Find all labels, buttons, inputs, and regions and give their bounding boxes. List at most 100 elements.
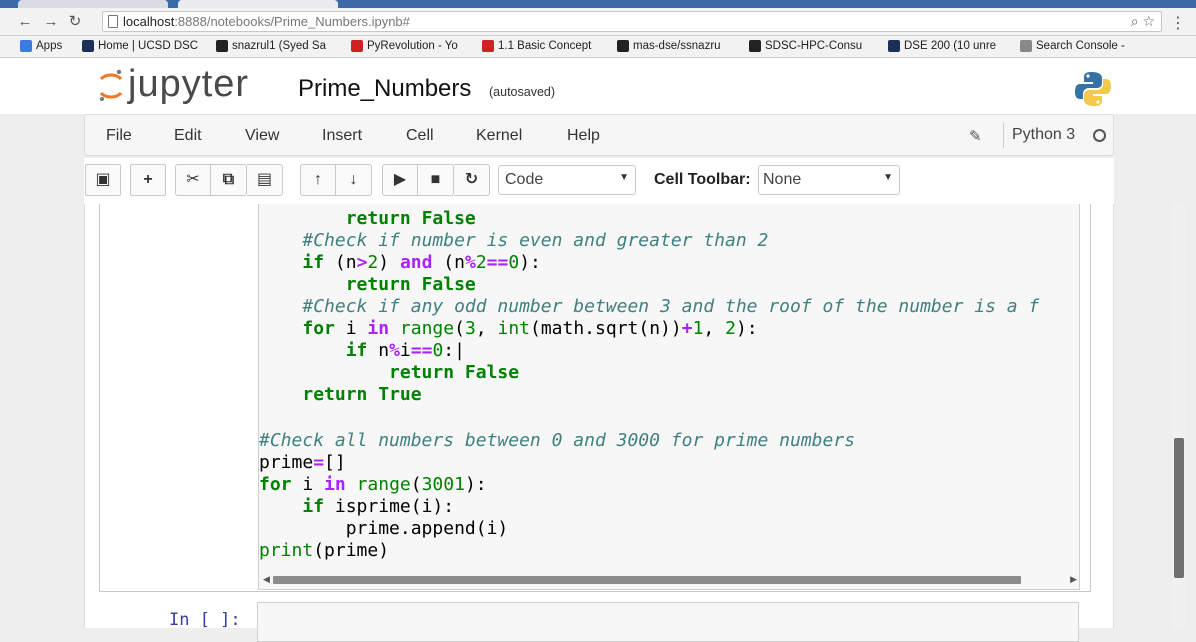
- bookmarks-bar: Apps Home | UCSD DSC snazrul1 (Syed Sa PyRe…: [0, 36, 1196, 58]
- run-icon[interactable]: ▶: [382, 164, 418, 196]
- code-line: #Check all numbers between 0 and 3000 fo…: [259, 430, 856, 451]
- scroll-right-icon[interactable]: ▶: [1070, 574, 1077, 585]
- cell-toolbar-select[interactable]: None ▼: [758, 165, 900, 195]
- restart-icon[interactable]: ↻: [454, 164, 490, 196]
- notebook-title[interactable]: Prime_Numbers: [298, 75, 471, 103]
- paste-icon[interactable]: ▤: [247, 164, 283, 196]
- menubar: File Edit View Insert Cell Kernel Help ✎…: [84, 114, 1114, 156]
- menu-view[interactable]: View: [245, 127, 279, 145]
- url-text: localhost:8888/notebooks/Prime_Numbers.i…: [123, 14, 410, 29]
- caret-down-icon: ▼: [619, 172, 629, 183]
- bookmark-item[interactable]: Search Console -: [1020, 40, 1125, 52]
- back-arrow-icon[interactable]: ←: [16, 13, 34, 31]
- bookmark-label: mas-dse/ssnazru: [633, 40, 721, 52]
- scroll-left-icon[interactable]: ◀: [263, 574, 270, 585]
- kernel-idle-indicator-icon: [1093, 129, 1106, 142]
- menu-help[interactable]: Help: [567, 127, 600, 145]
- url-input[interactable]: localhost:8888/notebooks/Prime_Numbers.i…: [102, 11, 1162, 32]
- url-host: localhost: [123, 14, 175, 29]
- move-down-icon[interactable]: ↓: [336, 164, 372, 196]
- bookmark-favicon-icon: [749, 40, 761, 52]
- bookmark-label: SDSC-HPC-Consu: [765, 40, 863, 52]
- input-prompt: In [ ]:: [169, 610, 241, 630]
- browser-menu-icon[interactable]: ⋮: [1170, 13, 1186, 33]
- page-icon: [108, 15, 118, 28]
- code-line: prime.append(i): [259, 518, 509, 539]
- bookmark-label: Apps: [36, 40, 63, 52]
- reload-icon[interactable]: ↻: [66, 13, 84, 31]
- cell-toolbar-label: Cell Toolbar:: [654, 171, 751, 188]
- code-line: return False: [345, 208, 476, 229]
- menu-file[interactable]: File: [106, 127, 132, 145]
- cell-type-value: Code: [505, 171, 544, 188]
- cell-toolbar-value: None: [763, 171, 802, 188]
- bookmark-label: DSE 200 (10 unre: [904, 40, 997, 52]
- browser-tab-strip: [0, 0, 1196, 8]
- jupyter-logo-icon[interactable]: [98, 68, 124, 104]
- kernel-name: Python 3: [1003, 122, 1081, 148]
- code-line: print(prime): [259, 540, 390, 561]
- insert-cell-below-icon[interactable]: +: [130, 164, 166, 196]
- url-path: :8888/notebooks/Prime_Numbers.ipynb#: [174, 14, 410, 29]
- cut-icon[interactable]: ✂: [175, 164, 211, 196]
- empty-code-editor[interactable]: [257, 602, 1079, 642]
- code-line: if isprime(i):: [302, 496, 455, 517]
- bookmark-favicon-icon: [20, 40, 32, 52]
- python-logo-icon: [1075, 72, 1111, 106]
- horizontal-scrollbar[interactable]: ◀ ▶: [263, 574, 1077, 585]
- caret-down-icon: ▼: [883, 172, 893, 183]
- move-up-icon[interactable]: ↑: [300, 164, 336, 196]
- code-editor[interactable]: return False #Check if number is even an…: [258, 204, 1080, 590]
- horizontal-scrollbar-thumb[interactable]: [273, 576, 1021, 584]
- bookmark-favicon-icon: [617, 40, 629, 52]
- jupyter-wordmark[interactable]: jupyter: [128, 63, 249, 106]
- save-icon[interactable]: ▣: [85, 164, 121, 196]
- menu-insert[interactable]: Insert: [322, 127, 362, 145]
- menu-edit[interactable]: Edit: [174, 127, 202, 145]
- bookmark-favicon-icon: [216, 40, 228, 52]
- code-line: return False: [345, 274, 476, 295]
- bookmark-label: Search Console -: [1036, 40, 1125, 52]
- code-line: if n%i==0:|: [345, 340, 465, 361]
- browser-tab[interactable]: [18, 0, 168, 8]
- code-line: prime=[]: [259, 452, 346, 473]
- bookmark-item[interactable]: SDSC-HPC-Consu: [749, 40, 862, 52]
- bookmark-favicon-icon: [82, 40, 94, 52]
- code-line: #Check if number is even and greater tha…: [302, 230, 769, 251]
- bookmark-favicon-icon: [482, 40, 494, 52]
- bookmark-item[interactable]: snazrul1 (Syed Sa: [216, 40, 326, 52]
- forward-arrow-icon[interactable]: →: [42, 13, 60, 31]
- bookmark-item[interactable]: PyRevolution - Yo: [351, 40, 458, 52]
- bookmark-label: Home | UCSD DSC: [98, 40, 199, 52]
- browser-tab-active[interactable]: [178, 0, 338, 8]
- bookmark-item[interactable]: Apps: [20, 40, 62, 52]
- menu-kernel[interactable]: Kernel: [476, 127, 522, 145]
- notebook-toolbar: ▣ + ✂ ⧉ ▤ ↑ ↓ ▶ ■ ↻ Code ▼ Cell Toolbar:…: [84, 158, 1114, 204]
- bookmark-item[interactable]: Home | UCSD DSC: [82, 40, 198, 52]
- code-line: #Check if any odd number between 3 and t…: [302, 296, 1040, 317]
- bookmark-label: 1.1 Basic Concept: [498, 40, 592, 52]
- code-line: return False: [389, 362, 520, 383]
- interrupt-icon[interactable]: ■: [418, 164, 454, 196]
- empty-code-cell[interactable]: In [ ]:: [99, 602, 1091, 642]
- bookmark-item[interactable]: mas-dse/ssnazru: [617, 40, 721, 52]
- page-scrollbar-thumb[interactable]: [1174, 438, 1184, 578]
- bookmark-favicon-icon: [1020, 40, 1032, 52]
- notebook-container: return False #Check if number is even an…: [84, 204, 1114, 642]
- code-line: for i in range(3, int(math.sqrt(n))+1, 2…: [302, 318, 758, 339]
- menu-cell[interactable]: Cell: [406, 127, 434, 145]
- pencil-icon[interactable]: ✎: [969, 127, 982, 145]
- zoom-and-star-icons[interactable]: ⌕ ☆: [1131, 13, 1155, 30]
- bookmark-favicon-icon: [351, 40, 363, 52]
- code-line: for i in range(3001):: [259, 474, 487, 495]
- jupyter-header: jupyter Prime_Numbers (autosaved): [0, 58, 1196, 114]
- bookmark-label: PyRevolution - Yo: [367, 40, 458, 52]
- bookmark-item[interactable]: DSE 200 (10 unre: [888, 40, 996, 52]
- bookmark-item[interactable]: 1.1 Basic Concept: [482, 40, 591, 52]
- page-scrollbar[interactable]: [1172, 204, 1186, 628]
- code-cell[interactable]: return False #Check if number is even an…: [99, 204, 1091, 592]
- code-line: if (n>2) and (n%2==0):: [302, 252, 541, 273]
- code-line: return True: [302, 384, 422, 405]
- cell-type-select[interactable]: Code ▼: [498, 165, 636, 195]
- copy-icon[interactable]: ⧉: [211, 164, 247, 196]
